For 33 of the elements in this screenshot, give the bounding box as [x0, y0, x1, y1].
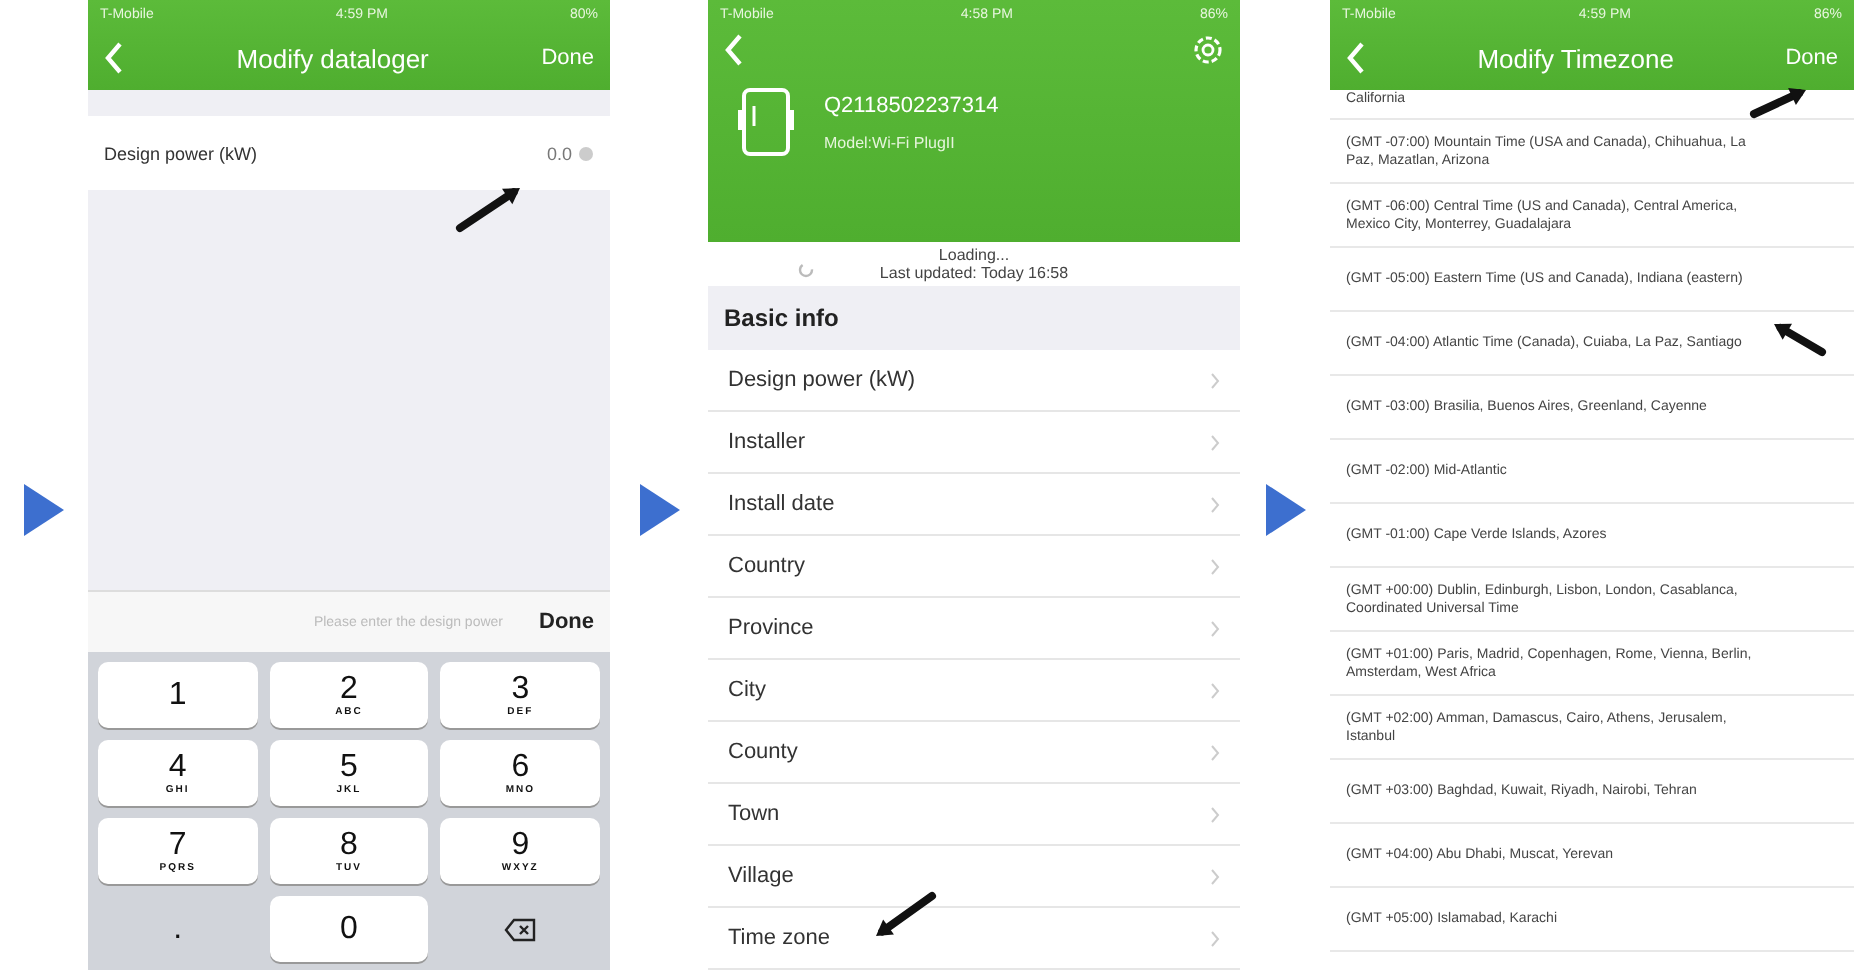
item-label: Time zone: [728, 926, 830, 950]
item-label: Town: [728, 802, 780, 826]
item-label: Installer: [728, 430, 806, 454]
list-item[interactable]: Country: [708, 536, 1240, 598]
list-item[interactable]: Town: [708, 784, 1240, 846]
key[interactable]: 0: [269, 896, 429, 962]
loading-text: Loading...: [938, 246, 1010, 264]
item-label: Village: [728, 864, 794, 888]
item-label: Country: [728, 554, 806, 578]
item-label: Install date: [728, 492, 835, 516]
list-item[interactable]: County: [708, 722, 1240, 784]
list-item[interactable]: Design power (kW): [708, 350, 1240, 412]
list-item[interactable]: Province: [708, 598, 1240, 660]
list-item[interactable]: Installer: [708, 412, 1240, 474]
item-label: Province: [728, 616, 814, 640]
section-title: Basic info: [722, 302, 841, 336]
key[interactable]: 1: [98, 662, 258, 728]
screen-title: Modify Timezone: [1475, 43, 1676, 73]
list-item[interactable]: City: [708, 660, 1240, 722]
screen-title: Modify dataloger: [234, 43, 431, 73]
item-label: City: [728, 678, 766, 702]
last-updated: Last updated: Today 16:58: [879, 264, 1069, 282]
list-item[interactable]: Time zone: [708, 908, 1240, 970]
list-item[interactable]: Village: [708, 846, 1240, 908]
field-label: Design power (kW): [104, 143, 260, 163]
item-label: Design power (kW): [728, 368, 916, 392]
list-item[interactable]: Install date: [708, 474, 1240, 536]
done-button[interactable]: Done: [539, 610, 594, 634]
device-serial: Q2118502237314: [824, 93, 999, 117]
item-label: County: [728, 740, 798, 764]
device-model: Model:Wi-Fi PlugII: [824, 133, 957, 151]
key[interactable]: .: [98, 896, 258, 962]
input-field[interactable]: 0.0: [546, 143, 594, 163]
